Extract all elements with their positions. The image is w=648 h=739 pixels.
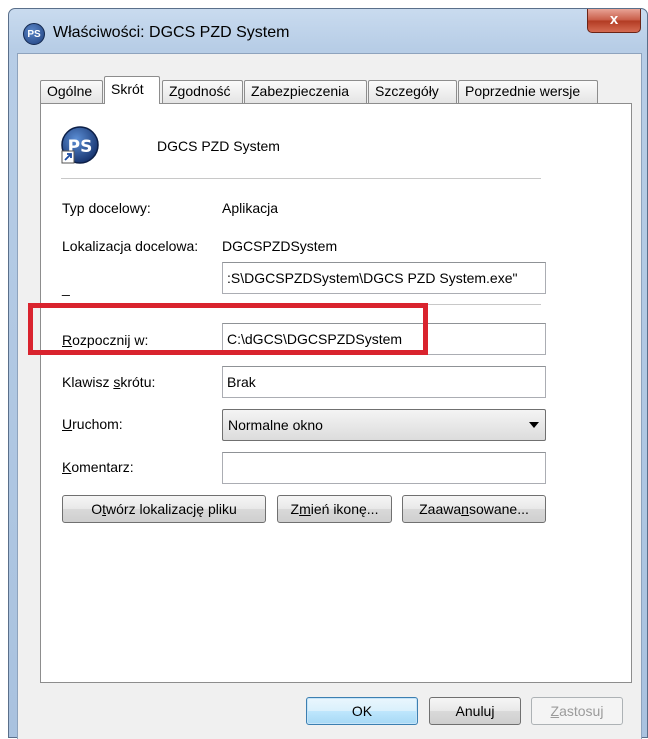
run-select[interactable]: Normalne okno bbox=[222, 409, 546, 441]
app-icon: PS bbox=[23, 23, 45, 45]
shortcut-key-field[interactable]: Brak bbox=[222, 366, 546, 398]
ok-button[interactable]: OK bbox=[306, 697, 418, 725]
properties-window: PS Właściwości: DGCS PZD System x Ogólne… bbox=[8, 8, 648, 739]
dialog-body: Ogólne Skrót Zgodność Zabezpieczenia Szc… bbox=[17, 53, 642, 739]
run-select-value: Normalne okno bbox=[228, 417, 323, 433]
tab-general[interactable]: Ogólne bbox=[40, 80, 103, 103]
open-file-location-button[interactable]: Otwórz lokalizację pliku bbox=[62, 495, 266, 523]
run-label: Uruchom: bbox=[62, 416, 123, 432]
target-field[interactable]: :S\DGCSPZDSystem\DGCS PZD System.exe" bbox=[222, 262, 546, 294]
comment-label: Komentarz: bbox=[62, 459, 134, 475]
window-title: Właściwości: DGCS PZD System bbox=[53, 24, 290, 41]
shortcut-panel: PS DGCS PZD System Typ docelowy: Aplikac… bbox=[40, 103, 632, 683]
tab-shortcut[interactable]: Skrót bbox=[104, 76, 160, 104]
close-button[interactable]: x bbox=[587, 9, 641, 33]
cancel-button[interactable]: Anuluj bbox=[429, 697, 521, 725]
target-location-value: DGCSPZDSystem bbox=[222, 238, 338, 254]
chevron-down-icon bbox=[529, 422, 539, 428]
tab-details[interactable]: Szczegóły bbox=[368, 80, 457, 103]
start-in-label-rest: ozpocznij w: bbox=[72, 332, 149, 348]
start-in-field[interactable]: C:\dGCS\DGCSPZDSystem bbox=[222, 323, 546, 355]
target-label: _ bbox=[62, 280, 70, 296]
apply-button[interactable]: Zastosuj bbox=[531, 697, 623, 725]
advanced-button[interactable]: Zaawansowane... bbox=[402, 495, 546, 523]
target-type-value: Aplikacja bbox=[222, 200, 279, 216]
start-in-label: Rozpocznij w: bbox=[62, 332, 149, 348]
tab-security[interactable]: Zabezpieczenia bbox=[244, 80, 367, 103]
change-icon-button[interactable]: Zmień ikonę... bbox=[277, 495, 392, 523]
program-icon: PS bbox=[61, 126, 99, 164]
tab-compatibility[interactable]: Zgodność bbox=[162, 80, 243, 103]
target-type-label: Typ docelowy: bbox=[62, 200, 151, 216]
separator bbox=[61, 178, 541, 179]
title-bar[interactable]: PS Właściwości: DGCS PZD System x bbox=[9, 9, 647, 53]
tab-previous-versions[interactable]: Poprzednie wersje bbox=[458, 80, 598, 103]
comment-field[interactable] bbox=[222, 452, 546, 484]
separator bbox=[61, 304, 541, 305]
shortcut-key-label: Klawisz skrótu: bbox=[62, 374, 156, 390]
shortcut-name: DGCS PZD System bbox=[157, 138, 280, 154]
target-location-label: Lokalizacja docelowa: bbox=[62, 238, 199, 254]
